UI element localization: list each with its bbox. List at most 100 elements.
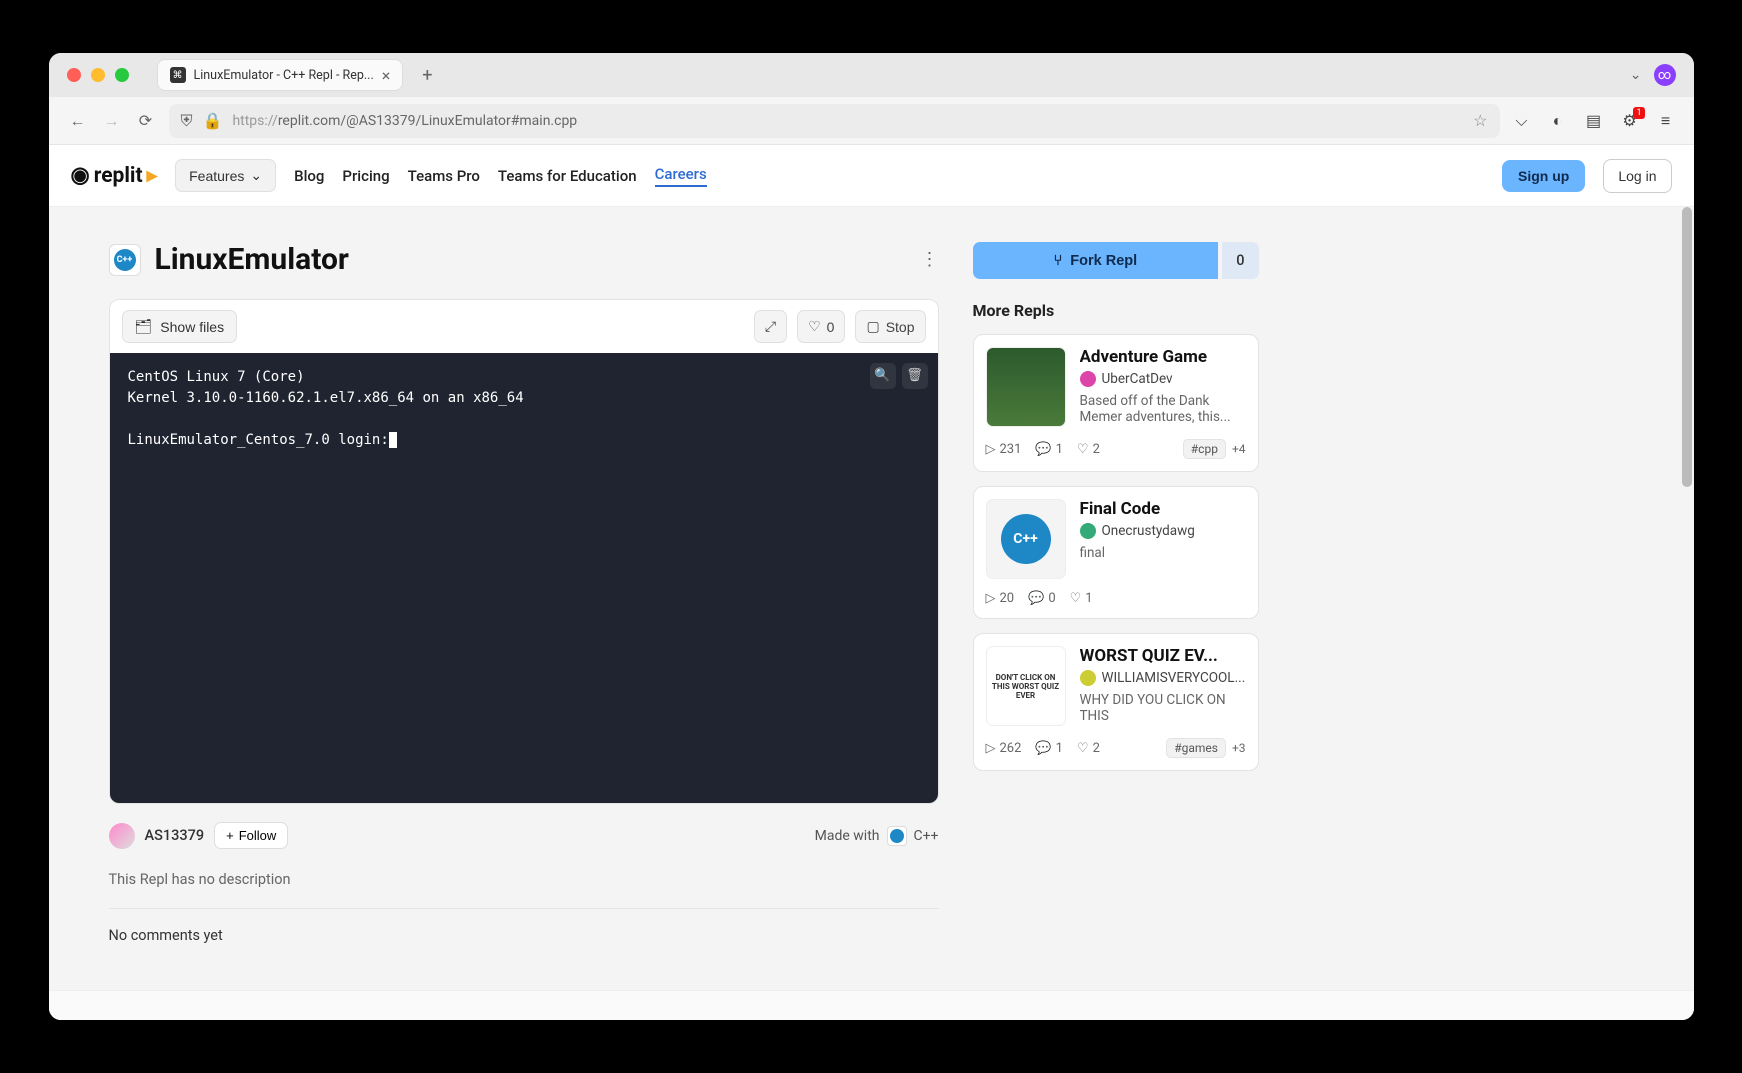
terminal-search-icon[interactable]: 🔍: [870, 363, 896, 389]
url-text: https://replit.com/@AS13379/LinuxEmulato…: [232, 113, 1463, 129]
card-description: WHY DID YOU CLICK ON THIS: [1080, 692, 1246, 724]
window-controls: [67, 68, 129, 82]
comment-icon: 💬: [1028, 591, 1044, 606]
menu-icon[interactable]: ≡: [1656, 111, 1676, 131]
card-tag-more[interactable]: +3: [1232, 741, 1246, 755]
ext3-icon[interactable]: ⚙1: [1620, 111, 1640, 130]
window-close[interactable]: [67, 68, 81, 82]
play-icon: ▷: [986, 741, 996, 756]
notification-badge: 1: [1633, 107, 1644, 119]
runs-stat: ▷20: [986, 591, 1015, 606]
nav-careers[interactable]: Careers: [655, 165, 707, 187]
repl-card[interactable]: Adventure Game UberCatDev Based off of t…: [973, 334, 1259, 472]
repl-card[interactable]: DON'T CLICK ON THIS WORST QUIZ EVER WORS…: [973, 633, 1259, 771]
new-tab-button[interactable]: +: [413, 61, 441, 89]
files-icon: 🗂: [135, 318, 153, 335]
fork-icon: ⑂: [1054, 253, 1063, 269]
card-author[interactable]: UberCatDev: [1080, 371, 1246, 387]
play-icon: ▷: [986, 442, 996, 457]
comments-stat: 💬1: [1035, 741, 1063, 756]
login-button[interactable]: Log in: [1603, 159, 1671, 193]
ext2-icon[interactable]: ▤: [1584, 111, 1604, 130]
comment-icon: 💬: [1035, 442, 1051, 457]
nav-teams-edu[interactable]: Teams for Education: [498, 167, 637, 185]
reload-button[interactable]: ⟳: [135, 111, 157, 130]
show-files-button[interactable]: 🗂Show files: [122, 310, 238, 343]
more-options-icon[interactable]: ⋮: [921, 249, 939, 270]
lock-icon[interactable]: 🔒: [203, 111, 223, 130]
ext1-icon[interactable]: ◐: [1548, 111, 1568, 131]
heart-icon: ♡: [1077, 442, 1089, 457]
replit-logo[interactable]: ◉replit▸: [71, 163, 158, 188]
stop-button[interactable]: ▢Stop: [855, 310, 925, 343]
runs-stat: ▷231: [986, 442, 1022, 457]
likes-stat: ♡2: [1077, 442, 1100, 457]
site-header: ◉replit▸ Features ⌄ Blog Pricing Teams P…: [49, 145, 1694, 207]
card-title: WORST QUIZ EV...: [1080, 646, 1246, 666]
follow-button[interactable]: +Follow: [214, 822, 288, 849]
card-tag[interactable]: #cpp: [1183, 439, 1226, 459]
page-content: ◉replit▸ Features ⌄ Blog Pricing Teams P…: [49, 145, 1694, 1020]
terminal-cursor: [389, 432, 397, 448]
heart-icon: ♡: [1070, 591, 1082, 606]
shield-icon[interactable]: ⛨: [181, 111, 193, 131]
nav-blog[interactable]: Blog: [294, 167, 324, 185]
author-avatar[interactable]: [109, 823, 135, 849]
card-description: Based off of the Dank Memer adventures, …: [1080, 393, 1246, 425]
terminal-line: LinuxEmulator_Centos_7.0 login:: [128, 432, 389, 448]
card-author[interactable]: WILLIAMISVERYCOOL...: [1080, 670, 1246, 686]
footer: [49, 990, 1694, 1020]
made-with: Made with C++: [815, 826, 939, 846]
window-minimize[interactable]: [91, 68, 105, 82]
terminal-line: CentOS Linux 7 (Core): [128, 367, 920, 388]
stop-icon: ▢: [866, 318, 879, 335]
more-repls-heading: More Repls: [973, 301, 1259, 320]
repl-card[interactable]: C++ Final Code Onecrustydawg final ▷20 💬…: [973, 486, 1259, 619]
likes-stat: ♡2: [1077, 741, 1100, 756]
nav-pricing[interactable]: Pricing: [342, 167, 389, 185]
comments-section: No comments yet: [109, 927, 939, 944]
heart-icon: ♡: [808, 318, 821, 335]
back-button[interactable]: ←: [67, 111, 89, 131]
tabs-dropdown-icon[interactable]: ⌄: [1630, 67, 1642, 83]
scrollbar[interactable]: [1682, 207, 1692, 487]
terminal-trash-icon[interactable]: 🗑: [902, 363, 928, 389]
nav-teams-pro[interactable]: Teams Pro: [408, 167, 480, 185]
fork-button[interactable]: ⑂Fork Repl: [973, 242, 1219, 279]
card-thumbnail: [986, 347, 1066, 427]
card-author[interactable]: Onecrustydawg: [1080, 523, 1246, 539]
card-tag-more[interactable]: +4: [1232, 442, 1246, 456]
pocket-icon[interactable]: ⌵: [1512, 111, 1532, 131]
heart-icon: ♡: [1077, 741, 1089, 756]
author-name[interactable]: AS13379: [145, 827, 205, 844]
bookmark-icon[interactable]: ☆: [1473, 111, 1487, 130]
repl-description: This Repl has no description: [109, 871, 939, 909]
repl-title: LinuxEmulator: [155, 242, 349, 277]
fullscreen-button[interactable]: ⤢: [754, 310, 787, 343]
code-panel: 🗂Show files ⤢ ♡0 ▢Stop 🔍 🗑 CentOS Linux …: [109, 299, 939, 804]
signup-button[interactable]: Sign up: [1502, 160, 1585, 192]
card-title: Adventure Game: [1080, 347, 1246, 367]
fork-count[interactable]: 0: [1222, 242, 1258, 279]
repl-lang-icon: C++: [109, 244, 141, 276]
window-maximize[interactable]: [115, 68, 129, 82]
address-bar[interactable]: ⛨ 🔒 https://replit.com/@AS13379/LinuxEmu…: [169, 104, 1500, 138]
tab-close-icon[interactable]: ×: [382, 66, 391, 85]
browser-tab[interactable]: ⌘ LinuxEmulator - C++ Repl - Rep... ×: [157, 59, 404, 91]
runs-stat: ▷262: [986, 741, 1022, 756]
terminal[interactable]: 🔍 🗑 CentOS Linux 7 (Core) Kernel 3.10.0-…: [110, 353, 938, 803]
card-thumbnail: DON'T CLICK ON THIS WORST QUIZ EVER: [986, 646, 1066, 726]
forward-button[interactable]: →: [101, 111, 123, 131]
tab-title: LinuxEmulator - C++ Repl - Rep...: [194, 68, 374, 83]
card-tag[interactable]: #games: [1166, 738, 1226, 758]
card-description: final: [1080, 545, 1246, 561]
expand-icon: ⤢: [765, 318, 776, 335]
cpp-icon: [887, 826, 907, 846]
extension-icon[interactable]: ∞: [1654, 64, 1676, 86]
plus-icon: +: [226, 828, 234, 843]
features-dropdown[interactable]: Features ⌄: [175, 159, 276, 192]
comments-stat: 💬0: [1028, 591, 1056, 606]
likes-stat: ♡1: [1070, 591, 1093, 606]
comments-stat: 💬1: [1035, 442, 1063, 457]
like-button[interactable]: ♡0: [797, 310, 845, 343]
